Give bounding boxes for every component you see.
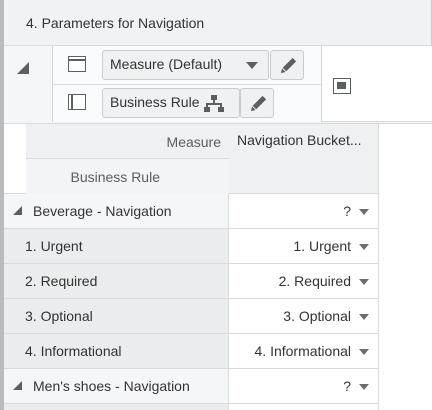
grid-empty-area xyxy=(379,194,432,410)
row-header-label: 1. Urgent xyxy=(25,238,83,254)
chevron-down-icon[interactable] xyxy=(359,349,369,355)
row-header-label: Men's shoes - Navigation xyxy=(33,378,190,394)
chevron-down-icon[interactable] xyxy=(359,314,369,320)
edit-measure-button[interactable] xyxy=(270,50,304,80)
corner-business-rule-label: Business Rule xyxy=(70,169,161,185)
row-header-label: 4. Informational xyxy=(25,343,122,359)
pivot-icon[interactable] xyxy=(333,78,351,94)
grid-cell-value: ? xyxy=(343,378,351,394)
pencil-icon xyxy=(250,95,267,112)
measure-dimension-label: Measure (Default) xyxy=(110,56,223,72)
business-rule-dimension-label: Business Rule xyxy=(110,94,200,110)
grid-cell-value: ? xyxy=(343,203,351,219)
row-header-label: 2. Required xyxy=(25,273,98,289)
chevron-down-icon[interactable] xyxy=(359,244,369,250)
chevron-down-icon[interactable] xyxy=(359,209,369,215)
dimension-divider xyxy=(52,84,322,85)
grid-cell-value: 1. Urgent xyxy=(293,238,351,254)
grid-cell-value: 3. Optional xyxy=(283,308,351,324)
row-header-item[interactable] xyxy=(4,404,229,410)
hierarchy-icon[interactable] xyxy=(202,94,226,112)
edit-business-rule-button[interactable] xyxy=(240,88,274,118)
table-rows-icon xyxy=(68,94,86,110)
chevron-down-icon[interactable] xyxy=(359,384,369,390)
grid-cell-value: 2. Required xyxy=(278,273,351,289)
pencil-icon xyxy=(280,57,297,74)
chevron-down-icon[interactable] xyxy=(359,279,369,285)
grid-cell-value: 4. Informational xyxy=(254,343,352,359)
corner-measure-label: Measure xyxy=(166,134,221,150)
chevron-down-icon[interactable] xyxy=(246,62,258,69)
grid-cell[interactable] xyxy=(229,404,379,410)
collapse-row-icon[interactable] xyxy=(13,381,22,390)
column-header-label: Navigation Bucket... xyxy=(237,132,362,148)
collapse-dimensions-icon[interactable] xyxy=(17,62,29,74)
collapse-row-icon[interactable] xyxy=(13,206,22,215)
row-header-label: 3. Optional xyxy=(25,308,93,324)
row-header-label: Beverage - Navigation xyxy=(33,203,172,219)
table-columns-icon xyxy=(68,56,86,72)
panel-title: 4. Parameters for Navigation xyxy=(26,15,205,31)
